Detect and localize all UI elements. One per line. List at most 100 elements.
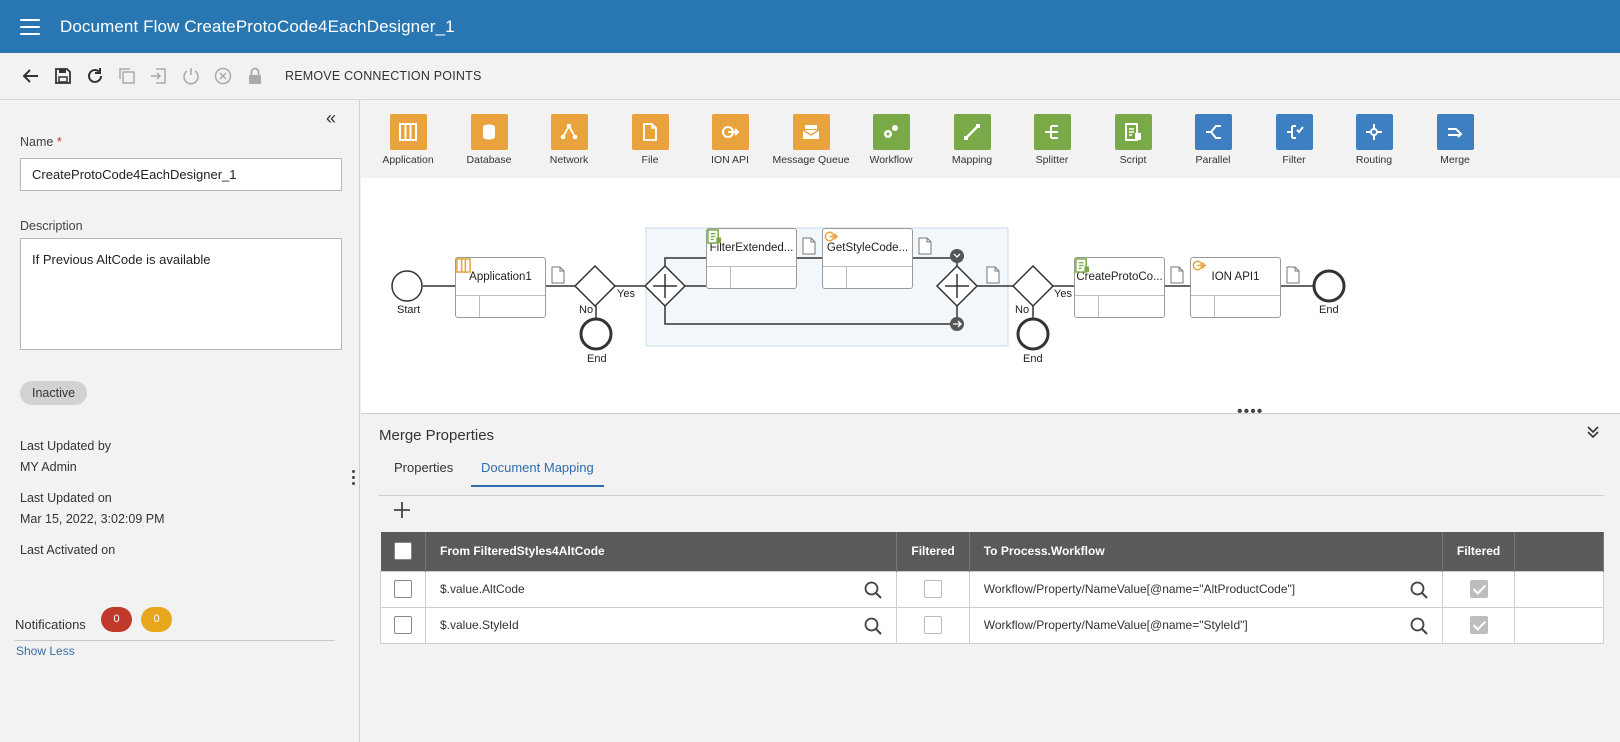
palette-label: Splitter: [1035, 154, 1069, 166]
yes-label-2: Yes: [1054, 288, 1072, 300]
from-path: $.value.AltCode: [440, 582, 525, 596]
select-all-cell: [380, 532, 426, 571]
node-filter-extended[interactable]: FilterExtended...: [706, 228, 797, 289]
search-icon[interactable]: [864, 581, 883, 599]
collapse-panel-icon[interactable]: «: [326, 108, 336, 129]
app-header: Document Flow CreateProtoCode4EachDesign…: [0, 0, 1620, 53]
decision-gateway-1[interactable]: [573, 264, 617, 308]
parallel-icon: [1194, 114, 1232, 150]
lock-icon[interactable]: [239, 60, 271, 92]
palette-label: File: [641, 154, 659, 166]
search-icon[interactable]: [864, 617, 883, 635]
tab-document-mapping[interactable]: Document Mapping: [471, 460, 604, 487]
document-icon[interactable]: [986, 266, 1000, 284]
row-checkbox[interactable]: [394, 616, 412, 634]
show-less-link[interactable]: Show Less: [16, 644, 75, 658]
last-updated-by-label: Last Updated by: [20, 439, 112, 453]
database-icon: [470, 114, 508, 150]
tab-properties[interactable]: Properties: [394, 460, 453, 485]
node-create-proto-code[interactable]: CreateProtoCo...: [1074, 257, 1165, 318]
palette-item-script[interactable]: Script: [1092, 114, 1174, 166]
import-icon[interactable]: [143, 60, 175, 92]
stop-circle-icon[interactable]: [207, 60, 239, 92]
decision-gateway-2[interactable]: [1011, 264, 1055, 308]
palette-item-application[interactable]: Application: [367, 114, 449, 166]
description-label: Description: [20, 219, 83, 233]
name-field[interactable]: CreateProtoCode4EachDesigner_1: [20, 158, 342, 191]
page-title: Document Flow CreateProtoCode4EachDesign…: [60, 16, 455, 36]
palette-item-file[interactable]: File: [609, 114, 691, 166]
notification-warning-badge[interactable]: 0: [141, 607, 172, 632]
palette-label: Merge: [1440, 154, 1470, 166]
palette-label: Network: [549, 154, 589, 166]
palette-label: Routing: [1355, 154, 1393, 166]
palette-label: Database: [466, 154, 512, 166]
filtered-checkbox[interactable]: [924, 616, 943, 634]
empty-cell: [1514, 606, 1604, 644]
node-application1[interactable]: Application1: [455, 257, 546, 318]
row-checkbox[interactable]: [394, 580, 412, 598]
component-palette: Application Database Network File ION API Mes…: [361, 100, 1620, 178]
palette-item-splitter[interactable]: Splitter: [1011, 114, 1093, 166]
palette-item-filter[interactable]: Filter: [1253, 114, 1335, 166]
last-updated-on-value: Mar 15, 2022, 3:02:09 PM: [20, 512, 165, 526]
palette-item-routing[interactable]: Routing: [1333, 114, 1415, 166]
palette-item-parallel[interactable]: Parallel: [1172, 114, 1254, 166]
palette-item-merge[interactable]: Merge: [1414, 114, 1496, 166]
node-get-style-code[interactable]: GetStyleCode...: [822, 228, 913, 289]
search-icon[interactable]: [1410, 617, 1428, 635]
merge-icon: [1436, 114, 1474, 150]
end-event-final[interactable]: [1312, 269, 1346, 303]
description-field[interactable]: If Previous AltCode is available: [20, 238, 342, 350]
document-icon[interactable]: [1170, 266, 1184, 284]
resize-handle-icon[interactable]: [352, 470, 356, 488]
search-icon[interactable]: [1410, 581, 1428, 599]
connection-point-top[interactable]: [950, 249, 964, 263]
back-arrow-icon[interactable]: [15, 60, 47, 92]
add-icon[interactable]: [393, 498, 411, 526]
row-select-cell: [380, 570, 426, 608]
palette-label: Parallel: [1195, 154, 1231, 166]
node-ion-api1[interactable]: ION API1: [1190, 257, 1281, 318]
notification-error-badge[interactable]: 0: [101, 607, 132, 632]
document-icon[interactable]: [918, 237, 932, 255]
from-path: $.value.StyleId: [440, 618, 519, 632]
palette-item-network[interactable]: Network: [528, 114, 610, 166]
last-updated-by-value: MY Admin: [20, 460, 77, 474]
tab-divider: [379, 495, 1604, 496]
document-icon[interactable]: [802, 237, 816, 255]
palette-item-ion-api[interactable]: ION API: [689, 114, 771, 166]
remove-connection-points-button[interactable]: REMOVE CONNECTION POINTS: [285, 69, 481, 83]
to-cell: Workflow/Property/NameValue[@name="AltPr…: [968, 570, 1443, 608]
palette-item-mapping[interactable]: Mapping: [931, 114, 1013, 166]
network-icon: [550, 114, 588, 150]
palette-label: Application: [382, 154, 434, 166]
palette-item-message-queue[interactable]: Message Queue: [770, 114, 852, 166]
no-label-1: No: [579, 304, 594, 316]
col-from: From FilteredStyles4AltCode: [425, 532, 898, 571]
routing-icon: [1355, 114, 1393, 150]
palette-item-workflow[interactable]: Workflow: [850, 114, 932, 166]
table-row: $.value.StyleId Workflow/Property/NameVa…: [380, 606, 1604, 644]
select-all-checkbox[interactable]: [393, 542, 412, 561]
menu-icon[interactable]: [20, 18, 40, 35]
end-event-2[interactable]: [1016, 317, 1050, 351]
palette-item-database[interactable]: Database: [448, 114, 530, 166]
from-cell: $.value.StyleId: [424, 606, 898, 644]
start-label: Start: [397, 304, 421, 316]
palette-label: Script: [1119, 154, 1147, 166]
document-icon[interactable]: [551, 266, 565, 284]
filtered-checkbox[interactable]: [924, 580, 943, 598]
power-icon[interactable]: [175, 60, 207, 92]
copy-icon[interactable]: [111, 60, 143, 92]
filtered-from-cell: [896, 570, 970, 608]
end-event-1[interactable]: [579, 317, 613, 351]
mapping-icon: [953, 114, 991, 150]
start-event[interactable]: [391, 270, 423, 302]
to-path: Workflow/Property/NameValue[@name="AltPr…: [983, 582, 1296, 596]
flow-canvas[interactable]: Start Yes No End Yes No End End Applicat…: [361, 178, 1620, 414]
refresh-icon[interactable]: [79, 60, 111, 92]
chevron-double-down-icon[interactable]: [1586, 425, 1600, 444]
document-icon[interactable]: [1286, 266, 1300, 284]
save-icon[interactable]: [47, 60, 79, 92]
